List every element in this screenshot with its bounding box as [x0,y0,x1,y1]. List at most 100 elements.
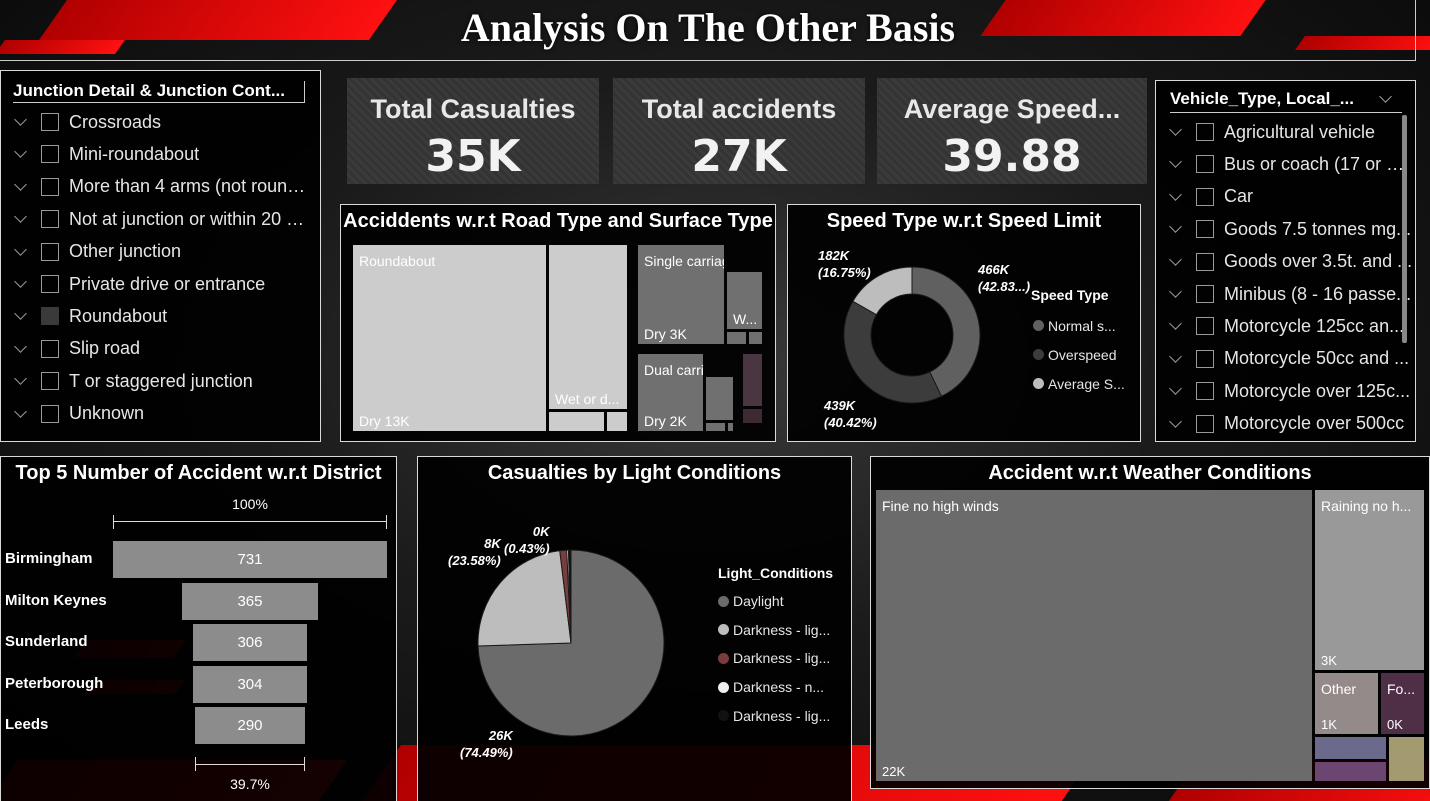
treemap-tile-small[interactable] [728,423,733,431]
vehicle-slicer-scrollbar[interactable] [1402,115,1407,343]
chevron-down-icon[interactable] [13,276,29,292]
funnel-bar[interactable]: 306 [192,624,308,662]
checkbox[interactable] [1196,317,1214,336]
light-legend-item[interactable]: Darkness - lig... [718,701,830,730]
junction-slicer-item[interactable]: Mini-roundabout [1,140,320,168]
vehicle-slicer-item[interactable]: Bus or coach (17 or m... [1156,150,1415,178]
chevron-down-icon[interactable] [13,406,29,422]
weather-tile[interactable]: Fo... 0K [1381,673,1424,734]
weather-tile[interactable]: Raining no h... 3K [1315,490,1424,670]
chevron-down-icon[interactable] [13,308,29,324]
light-legend-item[interactable]: Daylight [718,587,830,616]
chevron-down-icon[interactable] [1168,156,1184,172]
vehicle-slicer-item[interactable]: Goods 7.5 tonnes mg... [1156,215,1415,243]
junction-slicer-item[interactable]: Crossroads [1,108,320,136]
junction-slicer-item[interactable]: Roundabout [1,302,320,330]
chevron-down-icon[interactable] [1168,351,1184,367]
chevron-down-icon[interactable] [1168,383,1184,399]
funnel-row[interactable]: Peterborough 304 [1,665,396,703]
funnel-bar[interactable]: 731 [113,541,387,578]
funnel-row[interactable]: Leeds 290 [1,707,396,745]
light-legend-item[interactable]: Darkness - n... [718,673,830,702]
chevron-down-icon[interactable] [13,341,29,357]
chevron-down-icon[interactable] [1168,318,1184,334]
funnel-row[interactable]: Sunderland 306 [1,624,396,662]
checkbox[interactable] [41,177,59,196]
vehicle-slicer-item[interactable]: Goods over 3.5t. and ... [1156,248,1415,276]
treemap-tile-dual-dry[interactable]: Dual carriag... Dry 2K [638,354,703,431]
light-legend-item[interactable]: Darkness - lig... [718,616,830,645]
treemap-tile-small[interactable] [749,332,762,344]
checkbox[interactable] [41,145,59,164]
funnel-bar[interactable]: 365 [181,582,319,620]
chevron-down-icon[interactable] [13,211,29,227]
checkbox[interactable] [41,275,59,293]
chevron-down-icon[interactable] [1168,286,1184,302]
junction-slicer-item[interactable]: Slip road [1,335,320,363]
checkbox[interactable] [1196,252,1214,271]
checkbox[interactable] [1196,155,1214,174]
chevron-down-icon[interactable] [13,244,29,260]
weather-tile[interactable] [1389,737,1424,781]
junction-slicer-item[interactable]: Private drive or entrance [1,270,320,298]
checkbox[interactable] [41,372,59,391]
chevron-down-icon[interactable] [13,114,29,130]
speed-legend-item[interactable]: Average S... [1033,369,1125,398]
chevron-down-icon[interactable] [1378,91,1394,107]
checkbox[interactable] [41,339,59,358]
checkbox[interactable] [41,242,59,261]
speed-slice[interactable] [843,300,943,404]
treemap-tile-small[interactable] [706,423,725,431]
treemap-tile-small[interactable] [727,332,746,344]
treemap-tile-roundabout-wet[interactable]: Wet or d... [549,245,627,409]
checkbox[interactable] [1196,382,1214,401]
vehicle-slicer-item[interactable]: Motorcycle over 500cc [1156,410,1415,438]
funnel-row[interactable]: Milton Keynes 365 [1,582,396,620]
treemap-tile-small[interactable] [607,412,627,431]
vehicle-slicer-item[interactable]: Agricultural vehicle [1156,118,1415,146]
funnel-bar[interactable]: 290 [195,707,305,745]
checkbox[interactable] [41,210,59,229]
chevron-down-icon[interactable] [1168,189,1184,205]
treemap-tile-dual-wet[interactable] [706,377,733,420]
vehicle-slicer-item[interactable]: Car [1156,183,1415,211]
checkbox[interactable] [41,404,59,423]
vehicle-slicer-item[interactable]: Motorcycle over 125c... [1156,377,1415,405]
checkbox[interactable] [1196,285,1214,303]
speed-legend-item[interactable]: Overspeed [1033,340,1125,369]
treemap-tile-small[interactable] [549,412,604,431]
checkbox[interactable] [1196,187,1214,206]
vehicle-slicer-item[interactable]: Motorcycle 125cc an... [1156,312,1415,340]
treemap-tile-roundabout-dry[interactable]: Roundabout Dry 13K [353,245,546,431]
weather-tile[interactable]: Other 1K [1315,673,1378,734]
vehicle-slicer-header[interactable]: Vehicle_Type, Local_... [1170,89,1402,113]
funnel-row[interactable]: Birmingham 731 [1,541,396,578]
weather-tile[interactable]: Fine no high winds 22K [876,490,1312,781]
weather-tile[interactable] [1315,737,1386,759]
treemap-tile-single-dry[interactable]: Single carriagew... Dry 3K [638,245,724,344]
junction-slicer-header[interactable]: Junction Detail & Junction Cont... [13,81,305,103]
light-legend-item[interactable]: Darkness - lig... [718,644,830,673]
junction-slicer-item[interactable]: T or staggered junction [1,367,320,395]
junction-slicer-item[interactable]: More than 4 arms (not roundabout) [1,173,320,201]
checkbox[interactable] [1196,414,1214,433]
chevron-down-icon[interactable] [1168,124,1184,140]
checkbox[interactable] [1196,349,1214,368]
checkbox[interactable] [1196,220,1214,239]
checkbox[interactable] [41,113,59,131]
funnel-bar[interactable]: 304 [193,665,307,703]
speed-legend-item[interactable]: Normal s... [1033,311,1125,340]
chevron-down-icon[interactable] [13,179,29,195]
treemap-tile-other[interactable] [743,354,762,406]
treemap-tile-single-wet[interactable]: W... [727,272,762,329]
weather-tile[interactable] [1315,762,1386,781]
junction-slicer-item[interactable]: Unknown [1,400,320,428]
checkbox[interactable] [41,307,59,326]
vehicle-slicer-item[interactable]: Minibus (8 - 16 passe... [1156,280,1415,308]
checkbox[interactable] [1196,123,1214,141]
vehicle-slicer-item[interactable]: Motorcycle 50cc and ... [1156,345,1415,373]
junction-slicer-item[interactable]: Other junction [1,238,320,266]
chevron-down-icon[interactable] [13,373,29,389]
chevron-down-icon[interactable] [1168,254,1184,270]
chevron-down-icon[interactable] [13,146,29,162]
